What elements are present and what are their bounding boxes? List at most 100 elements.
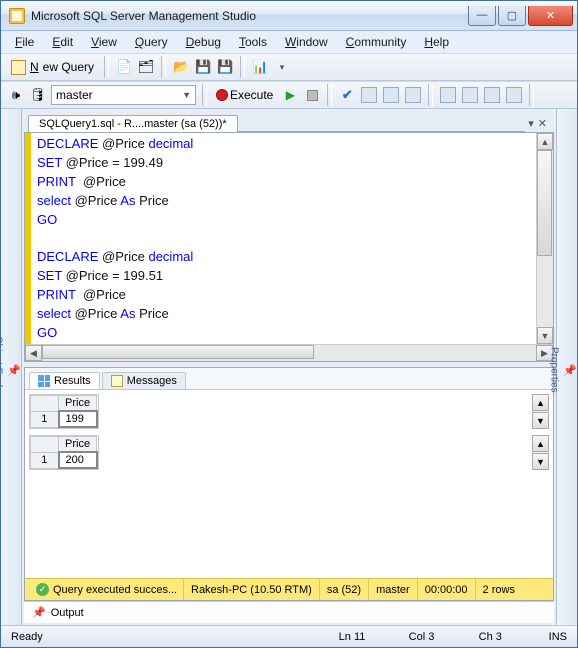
grid1-vscroll[interactable]: ▲▼ [532, 394, 549, 429]
connection-icon[interactable]: 🛢 [29, 86, 47, 104]
scroll-up-icon[interactable]: ▲ [537, 133, 553, 150]
status-message: Query executed succes... [53, 584, 177, 596]
editor-hscroll[interactable]: ◀ ▶ [25, 344, 553, 361]
new-query-button[interactable]: New Query [7, 58, 98, 77]
maximize-button[interactable]: ▢ [498, 6, 526, 26]
activity-icon[interactable]: 📊 [251, 58, 269, 76]
separator [240, 56, 245, 78]
app-icon [9, 8, 25, 24]
results-tab[interactable]: Results [29, 372, 100, 389]
separator [327, 84, 332, 106]
menu-window[interactable]: Window [277, 33, 336, 51]
stop-icon[interactable] [303, 86, 321, 104]
file-tab[interactable]: SQLQuery1.sql - R....master (sa (52))* [28, 115, 238, 132]
menu-tools[interactable]: Tools [231, 33, 275, 51]
toolbar-sql: 🕪 🛢 master ▼ Execute ▶ ✔ [1, 81, 577, 109]
tab-close-icon[interactable]: ✕ [538, 117, 547, 130]
dropdown-icon[interactable]: ▾ [273, 58, 291, 76]
toolbar-main: New Query 📄 🗂 📂 💾 💾 📊 ▾ [1, 53, 577, 81]
menu-community[interactable]: Community [338, 33, 415, 51]
messages-tab[interactable]: Messages [102, 372, 186, 389]
separator [104, 56, 109, 78]
scroll-thumb[interactable] [537, 150, 552, 256]
separator [428, 84, 433, 106]
status-server: Rakesh-PC (10.50 RTM) [184, 579, 320, 600]
text-icon[interactable] [505, 86, 523, 104]
debug-icon[interactable]: ▶ [281, 86, 299, 104]
menu-file[interactable]: File [7, 33, 42, 51]
editor-vscroll[interactable]: ▲ ▼ [536, 133, 553, 344]
grid2-vscroll[interactable]: ▲▼ [532, 435, 549, 470]
results-grid-icon[interactable] [404, 86, 422, 104]
editor-area: SQLQuery1.sql - R....master (sa (52))* ▾… [22, 109, 556, 625]
query-status-bar: ✓ Query executed succes... Rakesh-PC (10.… [25, 578, 553, 600]
result-grid-1[interactable]: Price 1199 [29, 394, 99, 429]
minimize-button[interactable]: — [468, 6, 496, 26]
statusbar: Ready Ln 11 Col 3 Ch 3 INS [1, 625, 577, 647]
scroll-down-icon[interactable]: ▼ [537, 327, 553, 344]
titlebar[interactable]: Microsoft SQL Server Management Studio —… [1, 1, 577, 31]
separator [529, 84, 534, 106]
menu-debug[interactable]: Debug [178, 33, 229, 51]
pin-icon: 📌 [32, 606, 46, 619]
column-header[interactable]: Price [59, 396, 97, 412]
status-line: Ln 11 [339, 631, 409, 643]
status-col: Col 3 [409, 631, 479, 643]
result-grid-2[interactable]: Price 1200 [29, 435, 99, 470]
menu-query[interactable]: Query [127, 33, 176, 51]
properties-tab[interactable]: 📌 Properties [556, 109, 577, 625]
results-grids: Price 1199 ▲▼ Price 1200 [25, 390, 553, 578]
change-connection-icon[interactable]: 🕪 [7, 86, 25, 104]
new-project-icon[interactable]: 🗂 [137, 58, 155, 76]
execute-icon [217, 90, 227, 100]
document-tabs: SQLQuery1.sql - R....master (sa (52))* ▾… [24, 111, 554, 132]
close-button[interactable]: ✕ [528, 6, 573, 26]
results-tabstrip: Results Messages [25, 368, 553, 390]
status-ready: Ready [11, 631, 43, 643]
status-ch: Ch 3 [479, 631, 549, 643]
object-explorer-tab[interactable]: 📌 Object Explorer [1, 109, 22, 625]
tab-menu-icon[interactable]: ▾ [528, 117, 534, 130]
chevron-down-icon: ▼ [182, 90, 191, 100]
row-header[interactable]: 1 [31, 411, 59, 427]
database-select[interactable]: master ▼ [51, 85, 196, 105]
results-pane: Results Messages Price 1199 [24, 367, 554, 601]
new-file-icon[interactable]: 📄 [115, 58, 133, 76]
new-query-icon [11, 60, 26, 75]
status-user: sa (52) [320, 579, 369, 600]
include-icon[interactable] [461, 86, 479, 104]
plan-icon[interactable] [360, 86, 378, 104]
save-icon[interactable]: 💾 [194, 58, 212, 76]
cell-value[interactable]: 200 [59, 452, 97, 468]
messages-icon [111, 375, 123, 387]
menu-edit[interactable]: Edit [44, 33, 81, 51]
sql-editor: DECLARE @Price decimal SET @Price = 199.… [24, 132, 554, 362]
menu-help[interactable]: Help [416, 33, 457, 51]
status-ins: INS [549, 631, 567, 643]
scroll-left-icon[interactable]: ◀ [25, 345, 42, 361]
execute-button[interactable]: Execute [213, 87, 277, 103]
options-icon[interactable] [382, 86, 400, 104]
corner-cell [31, 396, 59, 412]
corner-cell [31, 437, 59, 453]
grid-icon[interactable] [483, 86, 501, 104]
status-time: 00:00:00 [418, 579, 476, 600]
pin-icon: 📌 [7, 364, 21, 377]
scroll-thumb[interactable] [42, 345, 314, 359]
row-header[interactable]: 1 [31, 452, 59, 468]
column-header[interactable]: Price [59, 437, 97, 453]
menubar: File Edit View Query Debug Tools Window … [1, 31, 577, 53]
window-title: Microsoft SQL Server Management Studio [31, 9, 466, 23]
parse-icon[interactable]: ✔ [338, 86, 356, 104]
menu-view[interactable]: View [83, 33, 125, 51]
save-all-icon[interactable]: 💾 [216, 58, 234, 76]
pin-icon: 📌 [563, 364, 577, 377]
results-grid-icon [38, 375, 50, 387]
success-icon: ✓ [36, 583, 49, 596]
cell-value[interactable]: 199 [59, 411, 97, 427]
separator [202, 84, 207, 106]
stats-icon[interactable] [439, 86, 457, 104]
code-area[interactable]: DECLARE @Price decimal SET @Price = 199.… [31, 133, 536, 344]
output-panel-tab[interactable]: 📌 Output [24, 601, 554, 623]
open-icon[interactable]: 📂 [172, 58, 190, 76]
